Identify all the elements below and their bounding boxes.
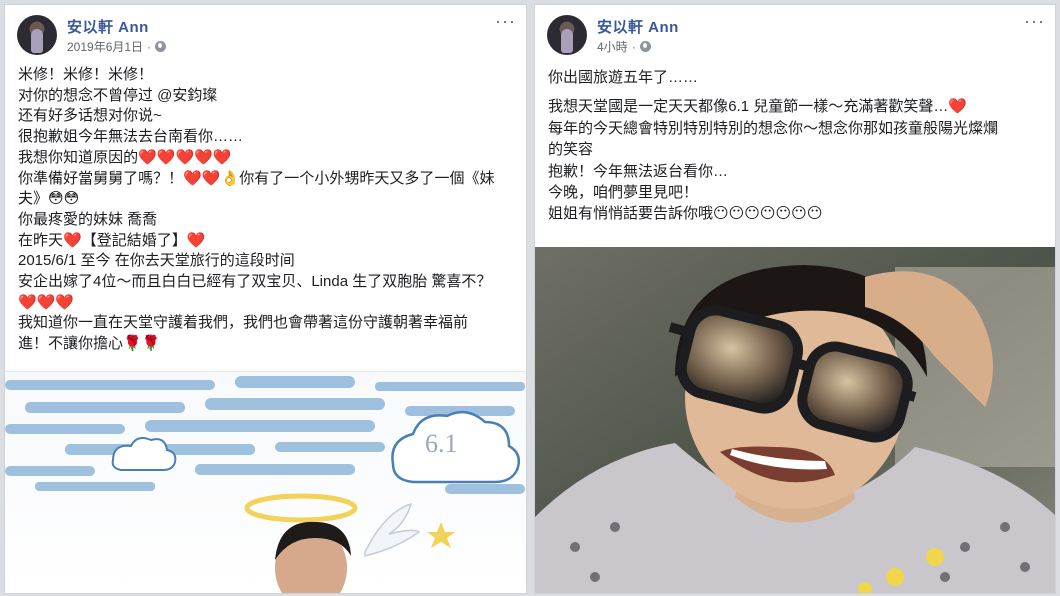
post-line: 对你的想念不曾停过 @安鈞璨 — [18, 86, 218, 104]
post-line: 你出國旅遊五年了…… — [548, 69, 699, 86]
heart-emoji: ❤ — [55, 293, 75, 311]
cloud-date-label: 6.1 — [425, 429, 458, 458]
separator-dot: · — [631, 39, 636, 54]
post-line: 我想天堂國是一定天天都像6.1 兒童節一樣～充滿著歡笑聲…❤️ — [548, 98, 968, 116]
post-line: 我知道你一直在天堂守護着我們，我們也會帶著這份守護朝著幸福前 — [18, 314, 469, 332]
post-line: ❤️❤️❤️ — [18, 293, 512, 314]
author-avatar[interactable] — [547, 15, 587, 55]
post-line: 在昨天❤️【登記結婚了】❤️ — [18, 231, 206, 249]
post-line: 夫》😳😳 — [18, 190, 80, 208]
heart-emoji: ❤ — [138, 148, 157, 166]
post-meta: 2019年6月1日 · — [67, 38, 167, 55]
post-line: 2015/6/1 至今 在你去天堂旅行的這段时间 — [18, 252, 295, 270]
right-post: 安以軒 Ann 4小時 · ··· 你出國旅遊五年了…… 我想天堂國是一定天天都… — [534, 4, 1056, 594]
small-cloud — [111, 437, 177, 471]
star-shape — [427, 522, 455, 548]
post-header: 安以軒 Ann 2019年6月1日 · ··· — [5, 5, 526, 63]
post-line: 抱歉！今年無法返台看你… — [548, 162, 729, 180]
heart-emoji: ❤ — [183, 169, 202, 187]
post-header: 安以軒 Ann 4小時 · ··· — [535, 5, 1055, 63]
heart-emoji: ❤ — [18, 293, 37, 311]
heart-emoji: ❤ — [212, 148, 232, 166]
heart-emoji: ❤ — [201, 169, 221, 187]
author-avatar[interactable] — [17, 15, 57, 55]
globe-icon[interactable] — [639, 41, 651, 52]
post-line: 我想你知道原因的❤️❤️❤️❤️❤️ — [18, 148, 232, 166]
heart-emoji: ❤ — [186, 231, 206, 249]
post-text: 你出國旅遊五年了…… 我想天堂國是一定天天都像6.1 兒童節一樣～充滿著歡笑聲…… — [535, 63, 1055, 225]
post-line: 的笑容 — [548, 141, 594, 159]
heart-emoji: ❤ — [194, 148, 213, 166]
post-line: 很抱歉姐今年無法去台南看你…… — [18, 128, 244, 146]
heart-emoji: ❤ — [63, 231, 82, 249]
post-line: 安企出嫁了4位～而且白白已經有了双宝贝、Linda 生了双胞胎 驚喜不？ — [18, 273, 492, 291]
more-options-icon[interactable]: ··· — [495, 11, 516, 32]
left-post: 安以軒 Ann 2019年6月1日 · ··· 米修！米修！米修！ 对你的想念不… — [4, 4, 527, 594]
heart-emoji: ❤ — [948, 98, 968, 116]
heart-emoji: ❤ — [156, 148, 176, 166]
post-line: 姐姐有悄悄話要告訴你哦😶😶😶😶😶😶😶 — [548, 205, 823, 223]
sky-illustration: 6.1 — [5, 376, 525, 593]
post-line: 还有好多话想对你说~ — [18, 107, 162, 125]
post-illustration[interactable]: 6.1 — [5, 371, 526, 593]
post-meta: 4小時 · — [597, 38, 651, 55]
post-line: 進！不讓你擔心🌹🌹 — [18, 335, 161, 353]
post-photo[interactable] — [535, 247, 1055, 593]
halo-shape — [244, 493, 358, 523]
heart-emoji: ❤ — [36, 293, 56, 311]
selfie-photo — [535, 247, 1055, 593]
globe-icon[interactable] — [155, 41, 167, 52]
post-line: 米修！米修！米修！ — [18, 66, 154, 83]
post-timestamp[interactable]: 2019年6月1日 — [67, 38, 143, 55]
more-options-icon[interactable]: ··· — [1024, 11, 1045, 32]
heart-emoji: ❤ — [175, 148, 195, 166]
post-line: 今晚，咱們夢里見吧！ — [548, 184, 699, 202]
wing-shape — [364, 502, 421, 557]
author-name[interactable]: 安以軒 Ann — [67, 16, 149, 37]
post-text: 米修！米修！米修！ 对你的想念不曾停过 @安鈞璨 还有好多话想对你说~ 很抱歉姐… — [5, 63, 526, 355]
post-line: 你準備好當舅舅了嗎？！❤️❤️👌你有了一个小外甥昨天又多了一個《妹 — [18, 169, 495, 187]
separator-dot: · — [147, 39, 152, 54]
post-timestamp[interactable]: 4小時 — [597, 38, 628, 55]
post-line: 你最疼愛的妹妹 喬喬 — [18, 210, 158, 228]
author-name[interactable]: 安以軒 Ann — [597, 16, 679, 37]
post-line: 每年的今天總會特別特別特別的想念你～想念你那如孩童般陽光燦爛 — [548, 119, 999, 137]
